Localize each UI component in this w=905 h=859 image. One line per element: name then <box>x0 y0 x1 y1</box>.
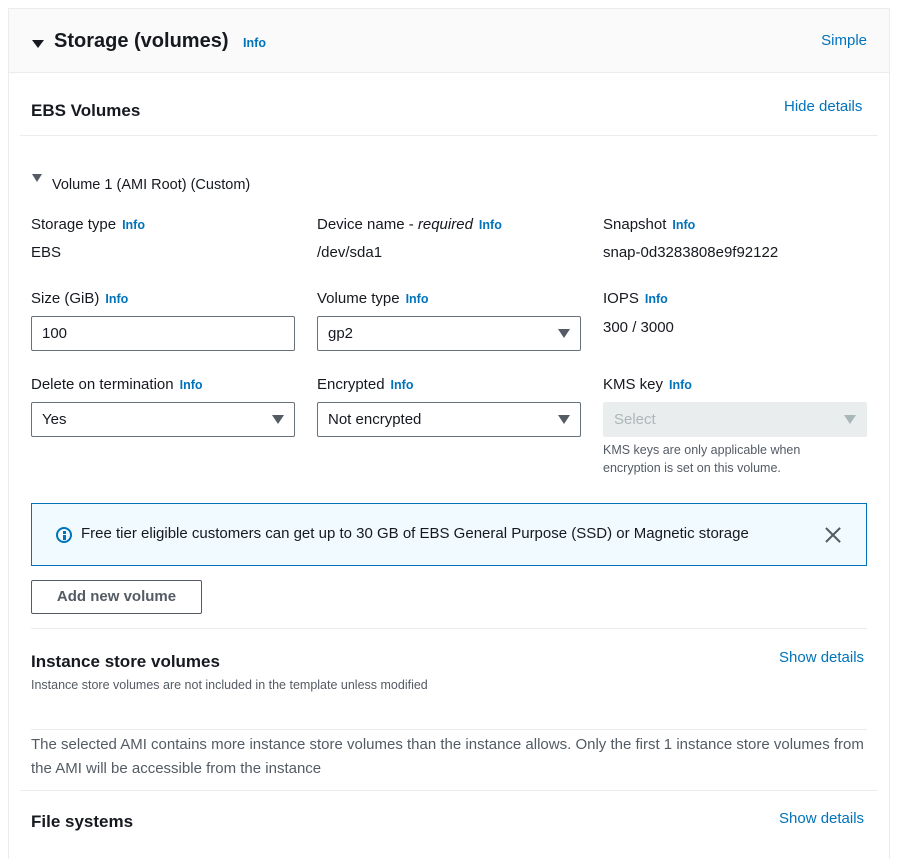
file-systems-title: File systems <box>31 812 134 831</box>
iops-label-text: IOPS <box>603 290 639 307</box>
info-circle-icon <box>56 527 72 543</box>
kms-key-label: KMS key Info <box>603 376 692 393</box>
delete-on-termination-value: Yes <box>42 411 67 428</box>
info-link[interactable]: Info <box>391 378 414 392</box>
page-title[interactable]: Storage (volumes) Info <box>54 30 266 53</box>
required-marker: required <box>417 216 473 233</box>
encrypted-value: Not encrypted <box>328 411 422 428</box>
volume-type-label-text: Volume type <box>317 290 400 307</box>
hide-details-link[interactable]: Hide details <box>784 98 862 115</box>
close-icon[interactable] <box>824 526 842 544</box>
divider <box>31 628 867 629</box>
instance-store-subtitle: Instance store volumes are not included … <box>31 678 428 692</box>
file-systems-show-details-link[interactable]: Show details <box>779 810 864 827</box>
dropdown-triangle-icon <box>558 415 570 424</box>
snapshot-label: Snapshot Info <box>603 216 695 233</box>
iops-label: IOPS Info <box>603 290 668 307</box>
size-label-text: Size (GiB) <box>31 290 100 307</box>
volume-title[interactable]: Volume 1 (AMI Root) (Custom) <box>52 177 250 193</box>
add-new-volume-button[interactable]: Add new volume <box>31 580 202 614</box>
kms-key-hint: KMS keys are only applicable when encryp… <box>603 441 800 477</box>
ebs-volumes-title: EBS Volumes <box>31 101 141 120</box>
delete-on-termination-label: Delete on termination Info <box>31 376 203 393</box>
snapshot-value: snap-0d3283808e9f92122 <box>603 244 779 261</box>
page-title-text: Storage (volumes) <box>54 30 229 52</box>
instance-store-message: The selected AMI contains more instance … <box>31 736 864 777</box>
info-link[interactable]: Info <box>406 292 429 306</box>
kms-key-hint-line2: encryption is set on this volume. <box>603 461 781 475</box>
info-link[interactable]: Info <box>645 292 668 306</box>
encrypted-label: Encrypted Info <box>317 376 413 393</box>
alert-message: Free tier eligible customers can get up … <box>81 525 749 542</box>
volume-type-value: gp2 <box>328 325 354 342</box>
storage-type-label: Storage type Info <box>31 216 145 233</box>
info-link[interactable]: Info <box>672 218 695 232</box>
free-tier-alert: Free tier eligible customers can get up … <box>31 503 867 566</box>
caret-down-icon[interactable] <box>32 40 44 48</box>
info-link[interactable]: Info <box>479 218 502 232</box>
delete-on-termination-label-text: Delete on termination <box>31 376 174 393</box>
kms-key-placeholder: Select <box>614 411 656 428</box>
device-name-value: /dev/sda1 <box>317 244 383 261</box>
snapshot-label-text: Snapshot <box>603 216 667 233</box>
info-link[interactable]: Info <box>669 378 692 392</box>
kms-key-label-text: KMS key <box>603 376 664 393</box>
caret-down-icon[interactable] <box>32 174 42 182</box>
dropdown-triangle-icon <box>558 329 570 338</box>
instance-store-show-details-link[interactable]: Show details <box>779 649 864 666</box>
dropdown-triangle-icon <box>272 415 284 424</box>
storage-type-value: EBS <box>31 244 62 261</box>
iops-value: 300 / 3000 <box>603 319 674 336</box>
simple-mode-link[interactable]: Simple <box>821 32 867 49</box>
info-link[interactable]: Info <box>122 218 145 232</box>
encrypted-label-text: Encrypted <box>317 376 385 393</box>
delete-on-termination-select[interactable]: Yes <box>31 402 295 437</box>
divider <box>20 790 878 791</box>
volume-type-label: Volume type Info <box>317 290 428 307</box>
kms-key-select: Select <box>603 402 867 437</box>
kms-key-hint-line1: KMS keys are only applicable when <box>603 443 801 457</box>
dropdown-triangle-icon <box>844 415 856 424</box>
size-input[interactable]: 100 <box>31 316 295 351</box>
info-link[interactable]: Info <box>243 36 266 50</box>
instance-store-title: Instance store volumes <box>31 652 220 671</box>
device-name-label-text: Device name - <box>317 216 418 233</box>
info-link[interactable]: Info <box>105 292 128 306</box>
panel-header: Storage (volumes) Info Simple <box>9 9 889 73</box>
info-link[interactable]: Info <box>180 378 203 392</box>
encrypted-select[interactable]: Not encrypted <box>317 402 581 437</box>
size-label: Size (GiB) Info <box>31 290 128 307</box>
divider <box>20 135 878 136</box>
volume-type-select[interactable]: gp2 <box>317 316 581 351</box>
storage-type-label-text: Storage type <box>31 216 117 233</box>
device-name-label: Device name - required Info <box>317 216 502 233</box>
divider <box>31 729 867 730</box>
